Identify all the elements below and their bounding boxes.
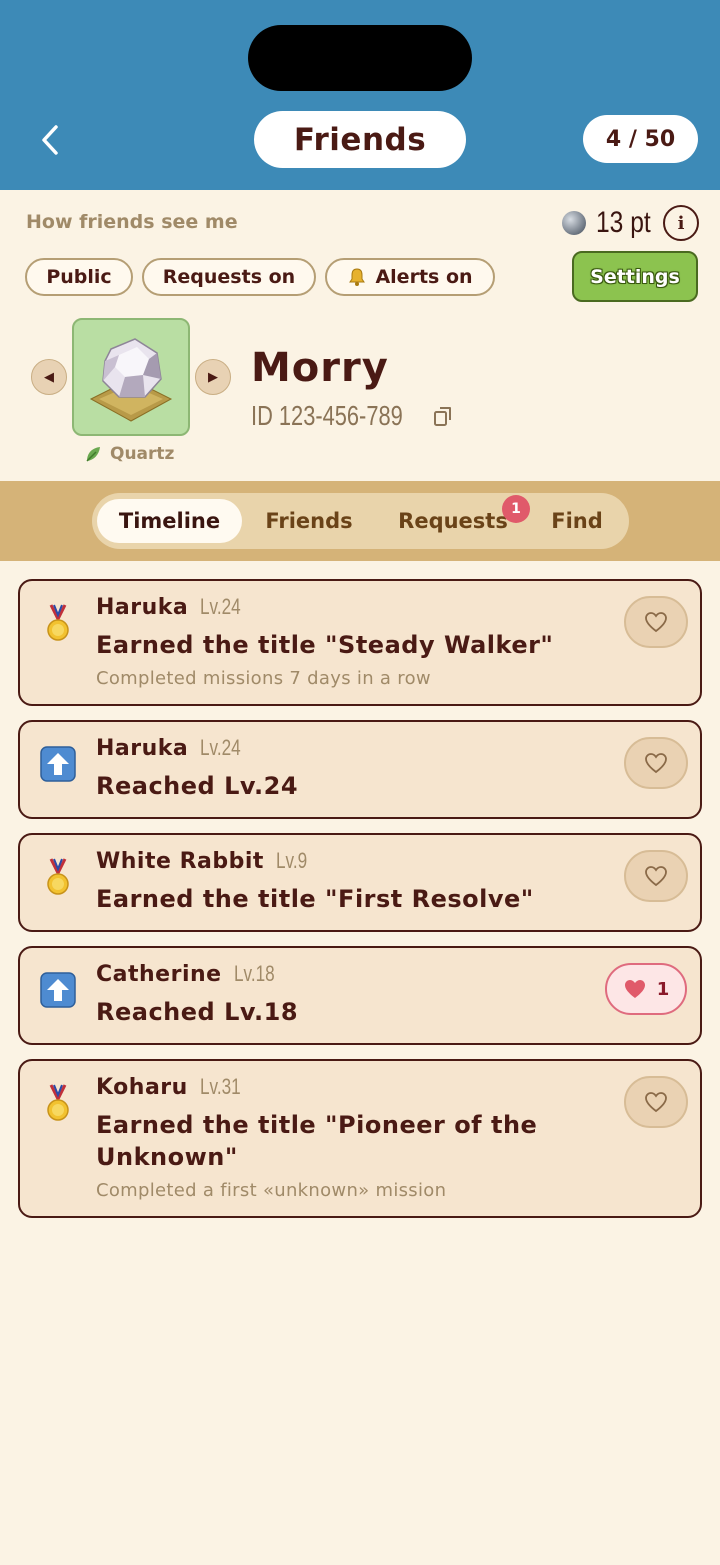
requests-count-badge: 1: [502, 495, 530, 523]
avatar-name-label: Quartz: [110, 444, 175, 464]
activity-text: Reached Lv.18: [96, 998, 299, 1026]
alerts-toggle[interactable]: Alerts on: [325, 258, 495, 296]
friend-level: Lv.18: [233, 961, 275, 986]
alerts-toggle-label: Alerts on: [375, 266, 473, 288]
friend-name: Catherine: [96, 962, 222, 987]
chevron-left-icon: [42, 125, 58, 155]
medal-icon: [47, 858, 69, 895]
user-id-row: ID 123-456-789: [251, 398, 455, 434]
bell-icon: [349, 268, 366, 286]
activity-text: Earned the title "First Resolve": [96, 885, 534, 913]
like-count: 1: [656, 978, 670, 1000]
list-item: Koharu Lv.31 Earned the title "Pioneer o…: [18, 1059, 702, 1218]
info-button[interactable]: i: [663, 205, 699, 241]
how-friends-see-me-label: How friends see me: [26, 211, 238, 233]
list-item: Haruka Lv.24 Earned the title "Steady Wa…: [18, 579, 702, 706]
settings-button[interactable]: Settings: [572, 251, 698, 302]
username: Morry: [251, 345, 389, 391]
quartz-gem-icon: [89, 338, 173, 422]
friend-level: Lv.9: [275, 848, 308, 873]
tab-find[interactable]: Find: [534, 499, 620, 543]
heart-filled-icon: [624, 980, 645, 998]
friend-level: Lv.31: [199, 1074, 241, 1099]
list-item: White Rabbit Lv.9 Earned the title "Firs…: [18, 833, 702, 932]
moon-coin-icon: [562, 211, 586, 235]
friend-name: White Rabbit: [96, 849, 264, 874]
friend-level: Lv.24: [200, 735, 241, 760]
copy-icon[interactable]: [431, 404, 455, 428]
requests-toggle-label: Requests on: [162, 266, 296, 288]
level-up-icon: [40, 746, 76, 782]
heart-outline-icon: [645, 866, 667, 887]
points-display: 13 pt: [562, 203, 666, 243]
like-button[interactable]: [624, 850, 688, 902]
like-button[interactable]: 1: [605, 963, 687, 1015]
like-button[interactable]: [624, 596, 688, 648]
activity-text: Earned the title "Pioneer of the Unknown…: [96, 1111, 538, 1171]
camera-notch: [248, 25, 472, 91]
avatar-name: Quartz: [84, 442, 174, 466]
like-button[interactable]: [624, 737, 688, 789]
medal-icon: [47, 1084, 69, 1121]
heart-outline-icon: [645, 753, 667, 774]
leaf-icon: [86, 447, 100, 462]
heart-outline-icon: [645, 612, 667, 633]
avatar[interactable]: [72, 318, 190, 436]
activity-text: Reached Lv.24: [96, 772, 299, 800]
friend-name: Haruka: [96, 736, 189, 761]
points-value: 13 pt: [596, 206, 651, 239]
page-title: Friends: [254, 111, 466, 168]
level-up-icon: [40, 972, 76, 1008]
public-toggle-label: Public: [46, 266, 112, 288]
prev-avatar-button[interactable]: ◀: [31, 359, 67, 395]
tab-friends[interactable]: Friends: [246, 499, 372, 543]
requests-toggle[interactable]: Requests on: [142, 258, 316, 296]
list-item: Catherine Lv.18 Reached Lv.18 1: [18, 946, 702, 1045]
user-id: ID 123-456-789: [251, 400, 403, 431]
next-avatar-button[interactable]: ▶: [195, 359, 231, 395]
tab-timeline[interactable]: Timeline: [97, 499, 242, 543]
medal-icon: [47, 604, 69, 641]
friend-name: Koharu: [96, 1075, 188, 1100]
activity-subtext: Completed missions 7 days in a row: [96, 668, 431, 689]
friend-level: Lv.24: [200, 594, 241, 619]
public-toggle[interactable]: Public: [25, 258, 133, 296]
activity-subtext: Completed a first «unknown» mission: [96, 1180, 447, 1201]
list-item: Haruka Lv.24 Reached Lv.24: [18, 720, 702, 819]
heart-outline-icon: [645, 1092, 667, 1113]
back-button[interactable]: [30, 118, 70, 162]
friend-count-badge: 4 / 50: [583, 115, 698, 163]
friend-name: Haruka: [96, 595, 189, 620]
like-button[interactable]: [624, 1076, 688, 1128]
activity-text: Earned the title "Steady Walker": [96, 631, 554, 659]
